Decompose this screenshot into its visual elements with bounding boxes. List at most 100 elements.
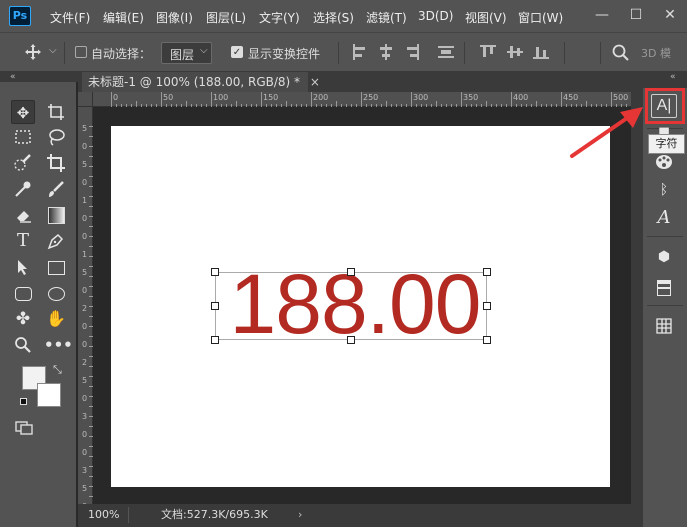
ruler-minor-tick (331, 104, 332, 107)
custom-shape-icon[interactable]: ✤ (11, 307, 35, 331)
transform-handle-mr[interactable] (483, 302, 491, 310)
text-layer-188[interactable]: 188.00 (216, 259, 494, 349)
ruler-minor-tick (89, 456, 93, 457)
menu-file[interactable]: 文件(F) (50, 9, 90, 26)
ruler-minor-tick (341, 104, 342, 107)
align-vcenter-icon[interactable] (507, 44, 523, 60)
ruler-minor-tick (186, 101, 187, 107)
eyedropper-icon[interactable] (11, 177, 35, 201)
ruler-label: 50 (163, 93, 174, 102)
rectangle-icon[interactable] (44, 255, 68, 279)
transform-handle-bl[interactable] (211, 336, 219, 344)
collapse-dock-icon[interactable]: « (670, 72, 676, 82)
align-bottom-icon[interactable] (533, 44, 549, 60)
type-icon[interactable]: T (11, 229, 35, 253)
menu-view[interactable]: 视图(V) (465, 9, 507, 26)
search-icon[interactable] (612, 44, 630, 62)
path-select-icon[interactable] (11, 255, 35, 279)
ruler-label: 100 (213, 93, 229, 102)
menu-type[interactable]: 文字(Y) (259, 9, 300, 26)
eraser-icon[interactable] (11, 203, 35, 227)
ruler-minor-tick (89, 156, 93, 157)
ruler-minor-tick (476, 104, 477, 107)
lasso-icon[interactable] (44, 125, 68, 149)
collapse-toolbar-icon[interactable]: « (10, 72, 16, 82)
ruler-label: 0 (82, 286, 88, 295)
transform-handle-tl[interactable] (211, 268, 219, 276)
menu-edit[interactable]: 编辑(E) (103, 9, 144, 26)
swap-colors-icon[interactable]: ⤡ (53, 363, 62, 377)
quick-mask-icon[interactable] (15, 421, 33, 435)
transform-handle-br[interactable] (483, 336, 491, 344)
ruler-minor-tick (89, 246, 93, 247)
document-tab[interactable]: 未标题-1 @ 100% (188.00, RGB/8) * × (82, 72, 320, 92)
ruler-label: 0 (82, 430, 88, 439)
minimize-button[interactable]: — (585, 0, 619, 32)
crop-icon[interactable] (44, 151, 68, 175)
hand-icon[interactable]: ✋ (44, 307, 68, 331)
pen-icon[interactable] (44, 229, 68, 253)
distribute-icon[interactable] (438, 44, 454, 60)
default-colors-icon[interactable] (20, 398, 27, 405)
menu-layer[interactable]: 图层(L) (206, 9, 246, 26)
show-transform-label: 显示变换控件 (248, 47, 321, 61)
restore-button[interactable]: ☐ (619, 0, 653, 32)
menu-select[interactable]: 选择(S) (313, 9, 354, 26)
photoshop-logo: Ps (9, 6, 31, 26)
gradient-icon[interactable] (44, 203, 68, 227)
ruler-minor-tick (89, 426, 93, 427)
rounded-rect-icon[interactable] (11, 281, 35, 305)
move-icon[interactable]: ✥ (11, 100, 35, 124)
auto-select-checkbox[interactable] (75, 46, 87, 58)
ruler-minor-tick (89, 286, 93, 287)
transform-handle-tr[interactable] (483, 268, 491, 276)
align-top-icon[interactable] (480, 44, 496, 60)
ruler-minor-tick (89, 376, 93, 377)
quick-select-icon[interactable] (11, 151, 35, 175)
menu-window[interactable]: 窗口(W) (518, 9, 563, 26)
3d-icon[interactable]: ⬢ (652, 245, 676, 269)
auto-select-target-dropdown[interactable]: 图层 ⌵ (161, 42, 212, 64)
brush-icon[interactable] (44, 177, 68, 201)
ellipse-icon[interactable] (44, 281, 68, 305)
ruler-minor-tick (89, 326, 93, 327)
transform-handle-ml[interactable] (211, 302, 219, 310)
align-right-icon[interactable] (404, 44, 420, 60)
properties-icon[interactable] (652, 275, 676, 299)
ruler-minor-tick (351, 104, 352, 107)
libraries-icon[interactable]: ᛒ (652, 178, 676, 202)
ruler-minor-tick (441, 104, 442, 107)
close-button[interactable]: ✕ (653, 0, 687, 32)
menu-filter[interactable]: 滤镜(T) (366, 9, 407, 26)
ruler-minor-tick (256, 104, 257, 107)
glyphs-icon[interactable]: A (652, 206, 676, 230)
status-expand-icon[interactable]: › (298, 504, 302, 526)
show-transform-checkbox[interactable]: ✓ (231, 46, 243, 58)
ruler-minor-tick (146, 104, 147, 107)
marquee-icon[interactable] (11, 125, 35, 149)
ruler-label: 150 (263, 93, 279, 102)
align-left-icon[interactable] (352, 44, 368, 60)
ruler-origin[interactable] (78, 92, 93, 107)
close-tab-icon[interactable]: × (310, 75, 320, 89)
tool-preset-chevron-icon[interactable]: ⌵ (49, 45, 57, 56)
move-tool-icon[interactable] (25, 44, 41, 60)
ruler-tick (211, 92, 212, 107)
ruler-minor-tick (89, 206, 93, 207)
menu-image[interactable]: 图像(I) (156, 9, 193, 26)
transform-handle-bc[interactable] (347, 336, 355, 344)
artboard-icon[interactable] (44, 100, 68, 124)
ruler-minor-tick (421, 104, 422, 107)
3d-mode-label[interactable]: 3D 模 (641, 45, 671, 61)
zoom-level[interactable]: 100% (88, 504, 119, 526)
ruler-label: 300 (413, 93, 429, 102)
separator (564, 42, 565, 64)
zoom-icon[interactable] (11, 333, 35, 357)
background-color-swatch[interactable] (37, 383, 61, 407)
menu-3d[interactable]: 3D(D) (418, 9, 453, 23)
more-tools-icon[interactable]: ••• (44, 333, 73, 357)
align-hcenter-icon[interactable] (378, 44, 394, 60)
transform-handle-tc[interactable] (347, 268, 355, 276)
ruler-minor-tick (151, 104, 152, 107)
grid-icon[interactable] (652, 314, 676, 338)
